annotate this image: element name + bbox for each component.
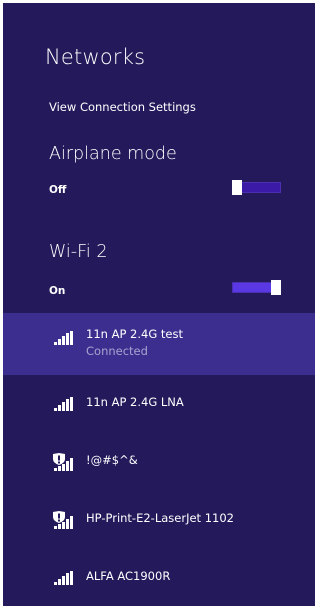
wifi-shield-warning-icon <box>53 511 73 529</box>
wifi-shield-warning-icon <box>53 453 73 471</box>
toggle-thumb[interactable] <box>232 180 242 195</box>
network-name: HP-Print-E2-LaserJet 1102 <box>86 511 234 525</box>
toggle-thumb[interactable] <box>271 280 281 295</box>
view-connection-settings-link[interactable]: View Connection Settings <box>49 100 196 114</box>
airplane-mode-title: Airplane mode <box>49 144 177 164</box>
wifi-toggle[interactable] <box>232 280 281 295</box>
wifi-signal-icon <box>54 331 73 345</box>
airplane-mode-toggle[interactable] <box>232 180 281 195</box>
network-item[interactable]: ALFA AC1900R <box>3 549 315 607</box>
network-name: 11n AP 2.4G test <box>86 327 183 341</box>
wifi-state: On <box>49 285 66 297</box>
network-status: Connected <box>86 344 148 358</box>
network-name: !@#$^& <box>86 453 138 467</box>
network-name: 11n AP 2.4G LNA <box>86 395 184 409</box>
wifi-title: Wi-Fi 2 <box>49 242 108 262</box>
page-title: Networks <box>45 45 146 69</box>
wifi-signal-icon <box>54 397 73 411</box>
airplane-mode-state: Off <box>49 184 67 196</box>
wifi-signal-icon <box>54 571 73 585</box>
networks-panel: Networks View Connection Settings Airpla… <box>3 3 315 606</box>
network-list: 11n AP 2.4G test Connected 11n AP 2.4G L… <box>3 313 315 607</box>
network-name: ALFA AC1900R <box>86 569 171 583</box>
network-item[interactable]: HP-Print-E2-LaserJet 1102 <box>3 491 315 549</box>
network-item[interactable]: 11n AP 2.4G LNA <box>3 375 315 433</box>
network-item[interactable]: !@#$^& <box>3 433 315 491</box>
network-item[interactable]: 11n AP 2.4G test Connected <box>3 313 315 375</box>
